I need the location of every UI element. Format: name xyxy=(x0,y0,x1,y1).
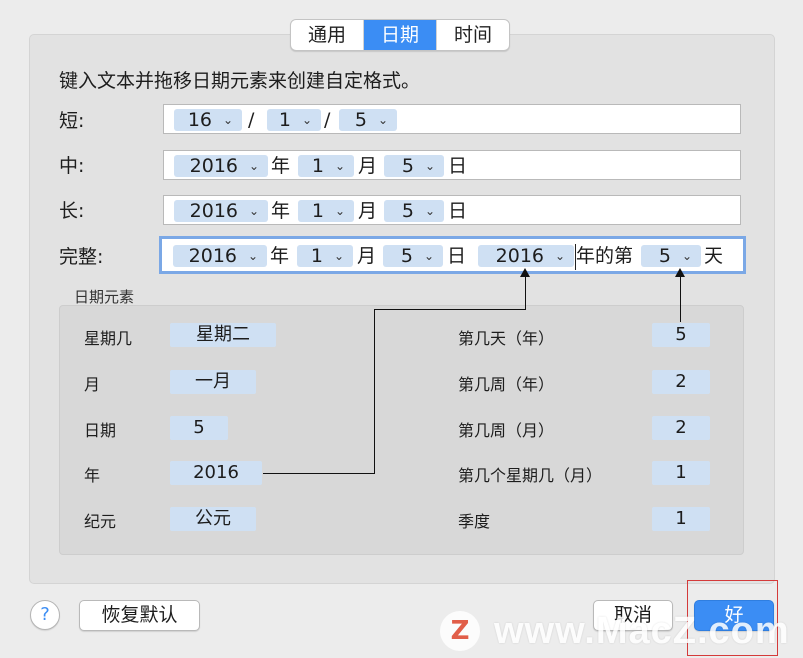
tab-date[interactable]: 日期 xyxy=(363,20,436,50)
short-month-token[interactable]: 1 ⌄ xyxy=(267,109,321,131)
chevron-down-icon: ⌄ xyxy=(222,113,233,127)
full-month-suffix: 月 xyxy=(357,245,377,267)
full-year-suffix: 年 xyxy=(270,245,290,267)
element-name-year: 年 xyxy=(84,466,101,485)
element-chip-weekday[interactable]: 星期二 xyxy=(170,323,276,347)
short-label: 短: xyxy=(59,110,85,132)
element-name-week-of-month: 第几周（月） xyxy=(458,421,555,440)
medium-label: 中: xyxy=(59,155,85,177)
medium-year-token[interactable]: 2016 ⌄ xyxy=(174,155,268,177)
watermark-text: www.MacZ.com xyxy=(494,609,790,652)
full-day-of-year-token[interactable]: 5 ⌄ xyxy=(641,245,701,267)
chevron-down-icon: ⌄ xyxy=(424,159,435,173)
tab-general[interactable]: 通用 xyxy=(291,20,363,50)
full-day-suffix: 日 xyxy=(447,245,467,267)
element-name-week-of-year: 第几周（年） xyxy=(458,375,555,394)
element-chip-week-of-year[interactable]: 2 xyxy=(652,370,710,394)
chevron-down-icon: ⌄ xyxy=(248,204,259,218)
full-text-end: 天 xyxy=(704,245,724,267)
element-chip-month[interactable]: 一月 xyxy=(170,370,256,394)
chevron-down-icon: ⌄ xyxy=(424,204,435,218)
long-month-suffix: 月 xyxy=(358,200,378,222)
long-month-token[interactable]: 1 ⌄ xyxy=(298,200,354,222)
medium-day-token[interactable]: 5 ⌄ xyxy=(384,155,444,177)
element-chip-day[interactable]: 5 xyxy=(170,416,228,440)
chevron-down-icon: ⌄ xyxy=(554,249,565,263)
long-day-suffix: 日 xyxy=(448,200,468,222)
tab-bar: 通用 日期 时间 xyxy=(290,19,510,51)
element-chip-year[interactable]: 2016 xyxy=(170,461,262,485)
full-text-mid: 年的第 xyxy=(576,245,634,267)
watermark-logo: Z xyxy=(440,611,480,651)
short-day-token[interactable]: 5 ⌄ xyxy=(339,109,397,131)
element-name-month: 月 xyxy=(84,375,101,394)
element-name-weekday: 星期几 xyxy=(84,329,133,348)
full-year2-token[interactable]: 2016 ⌄ xyxy=(478,245,574,267)
short-sep1: / xyxy=(248,109,255,131)
help-button[interactable]: ? xyxy=(30,600,60,630)
element-chip-quarter[interactable]: 1 xyxy=(652,507,710,531)
element-name-weekday-ordinal: 第几个星期几（月） xyxy=(458,466,603,485)
element-name-era: 纪元 xyxy=(84,512,117,531)
chevron-down-icon: ⌄ xyxy=(247,249,258,263)
medium-day-suffix: 日 xyxy=(448,155,468,177)
full-format-field[interactable]: 2016 ⌄ 年 1 ⌄ 月 5 ⌄ 日 2016 ⌄ 年的第 5 ⌄ 天 xyxy=(159,236,746,274)
long-format-field[interactable]: 2016 ⌄ 年 1 ⌄ 月 5 ⌄ 日 xyxy=(163,195,741,225)
short-sep2: / xyxy=(324,109,331,131)
medium-year-suffix: 年 xyxy=(271,155,291,177)
long-label: 长: xyxy=(59,200,85,222)
long-year-token[interactable]: 2016 ⌄ xyxy=(174,200,268,222)
date-elements-box xyxy=(59,305,744,555)
long-year-suffix: 年 xyxy=(271,200,291,222)
chevron-down-icon: ⌄ xyxy=(377,113,388,127)
connector-line xyxy=(374,309,375,474)
full-month-token[interactable]: 1 ⌄ xyxy=(297,245,353,267)
medium-format-field[interactable]: 2016 ⌄ 年 1 ⌄ 月 5 ⌄ 日 xyxy=(163,150,741,180)
long-day-token[interactable]: 5 ⌄ xyxy=(384,200,444,222)
connector-line xyxy=(525,274,526,310)
connector-line xyxy=(680,274,681,322)
chevron-down-icon: ⌄ xyxy=(334,204,345,218)
connector-line xyxy=(263,473,375,474)
instruction-text: 键入文本并拖移日期元素来创建自定格式。 xyxy=(59,70,421,92)
element-name-day: 日期 xyxy=(84,421,117,440)
medium-month-token[interactable]: 1 ⌄ xyxy=(298,155,354,177)
arrow-up-icon xyxy=(520,268,530,277)
chevron-down-icon: ⌄ xyxy=(423,249,434,263)
chevron-down-icon: ⌄ xyxy=(301,113,312,127)
full-day-token[interactable]: 5 ⌄ xyxy=(383,245,443,267)
element-chip-weekday-ordinal[interactable]: 1 xyxy=(652,461,710,485)
element-name-day-of-year: 第几天（年） xyxy=(458,329,555,348)
element-chip-era[interactable]: 公元 xyxy=(170,507,256,531)
chevron-down-icon: ⌄ xyxy=(248,159,259,173)
chevron-down-icon: ⌄ xyxy=(334,159,345,173)
element-chip-day-of-year[interactable]: 5 xyxy=(652,323,710,347)
connector-line xyxy=(374,309,526,310)
short-format-field[interactable]: 16 ⌄ / 1 ⌄ / 5 ⌄ xyxy=(163,104,741,134)
chevron-down-icon: ⌄ xyxy=(333,249,344,263)
arrow-up-icon xyxy=(675,268,685,277)
medium-month-suffix: 月 xyxy=(358,155,378,177)
short-year-token[interactable]: 16 ⌄ xyxy=(174,109,242,131)
date-elements-title: 日期元素 xyxy=(74,288,135,306)
full-year-token[interactable]: 2016 ⌄ xyxy=(173,245,267,267)
element-chip-week-of-month[interactable]: 2 xyxy=(652,416,710,440)
restore-defaults-button[interactable]: 恢复默认 xyxy=(79,600,200,631)
chevron-down-icon: ⌄ xyxy=(681,249,692,263)
full-label: 完整: xyxy=(59,246,104,268)
watermark: Z www.MacZ.com xyxy=(440,608,790,654)
element-name-quarter: 季度 xyxy=(458,512,491,531)
tab-time[interactable]: 时间 xyxy=(436,20,509,50)
